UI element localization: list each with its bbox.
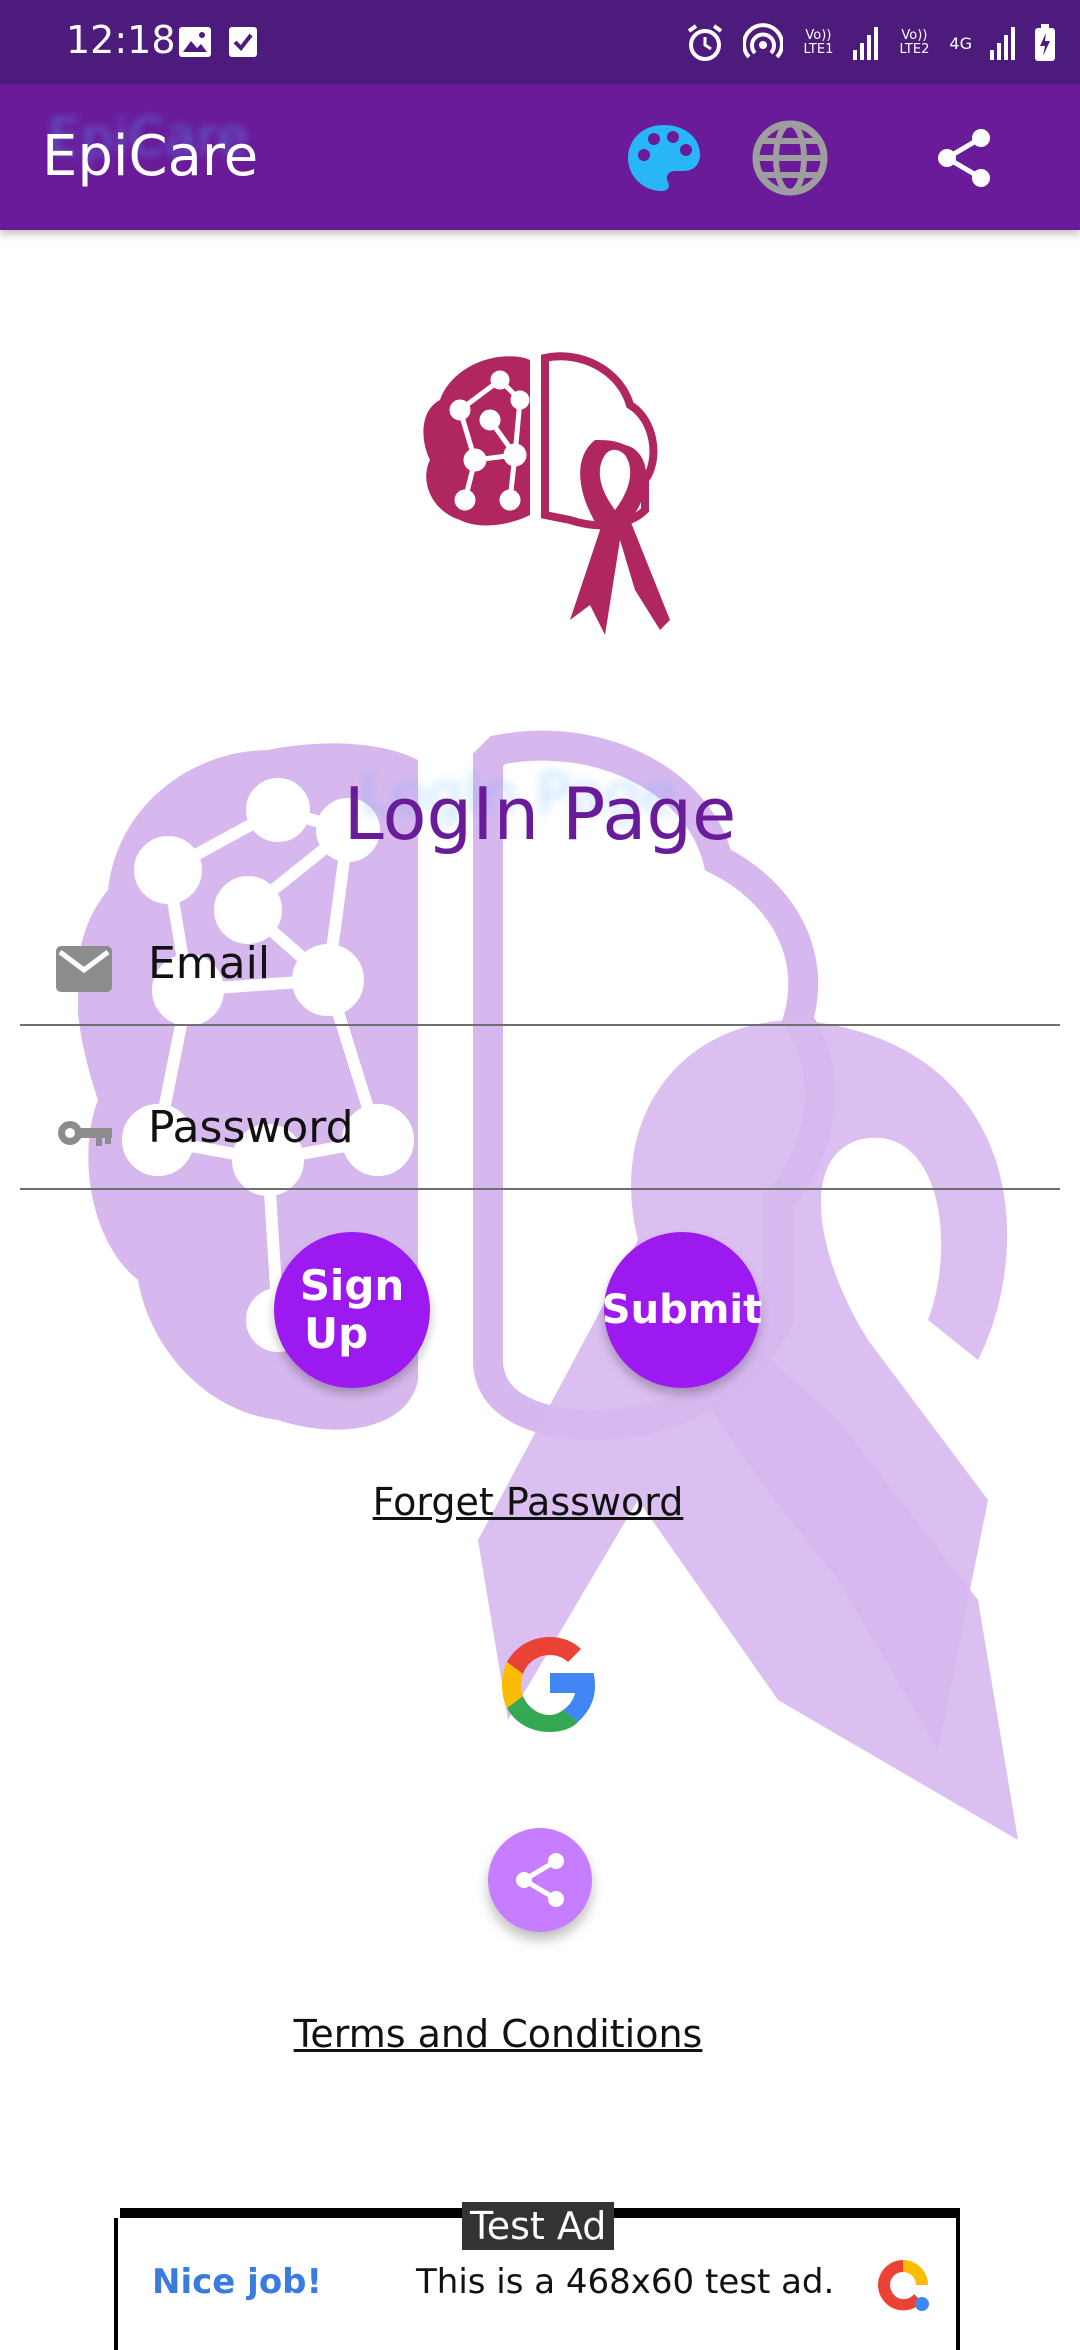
battery-charging-icon [1035, 24, 1055, 61]
language-button[interactable] [748, 116, 832, 200]
forget-password-link[interactable]: Forget Password [0, 1480, 1068, 1524]
epicare-logo [423, 352, 670, 635]
email-underline [20, 1024, 1060, 1026]
status-bar: 12:18 Vo)) LTE1 Vo)) LTE2 4G [0, 0, 1080, 84]
email-placeholder: Email [148, 938, 271, 989]
alarm-icon [688, 24, 723, 61]
email-field[interactable]: Email [20, 886, 1060, 1026]
palette-icon [628, 125, 700, 191]
sign-up-button[interactable]: Sign Up [274, 1232, 430, 1388]
key-icon [58, 1121, 112, 1146]
status-time: 12:18 [66, 18, 176, 62]
ad-border-left [114, 2218, 118, 2350]
sim1-label: Vo)) LTE1 [803, 28, 834, 57]
app-bar: EpiCare EpiCare [0, 84, 1080, 230]
password-underline [20, 1188, 1060, 1190]
signal-sim1-icon [853, 27, 879, 60]
sign-up-label-line2: Up [304, 1309, 369, 1358]
app-title: EpiCare [42, 124, 259, 189]
ad-headline: Nice job! [152, 2262, 323, 2302]
terms-and-conditions-link[interactable]: Terms and Conditions [0, 2012, 1038, 2056]
ad-body: This is a 468x60 test ad. [416, 2262, 835, 2302]
password-field[interactable]: Password [20, 1050, 1060, 1190]
hotspot-icon [743, 23, 784, 59]
email-icon [56, 946, 112, 992]
submit-button[interactable]: Submit [601, 1232, 763, 1388]
test-ad-badge: Test Ad [462, 2202, 615, 2250]
share-fab-button[interactable] [488, 1828, 592, 1932]
status-icons: Vo)) LTE1 Vo)) LTE2 4G [685, 20, 1056, 66]
ad-border-right [956, 2218, 960, 2350]
sim2-label: Vo)) LTE2 [899, 28, 930, 57]
task-check-notification-icon [229, 27, 257, 57]
submit-label: Submit [601, 1287, 763, 1333]
network-label: 4G [949, 33, 972, 53]
theme-palette-button[interactable] [622, 116, 706, 200]
share-app-button[interactable] [922, 116, 1006, 200]
password-placeholder: Password [148, 1102, 354, 1153]
share-icon [516, 1853, 564, 1907]
signal-sim2-icon [990, 27, 1015, 60]
globe-icon [752, 120, 828, 196]
ad-banner[interactable]: Test Ad Nice job! This is a 468x60 test … [114, 2202, 960, 2350]
ad-network-logo-icon [878, 2260, 929, 2311]
gallery-notification-icon [179, 27, 211, 57]
google-sign-in-icon[interactable] [495, 1630, 605, 1740]
page-title: LogIn Page [343, 772, 737, 856]
sign-up-label-line1: Sign [299, 1261, 405, 1310]
share-icon [938, 129, 990, 187]
